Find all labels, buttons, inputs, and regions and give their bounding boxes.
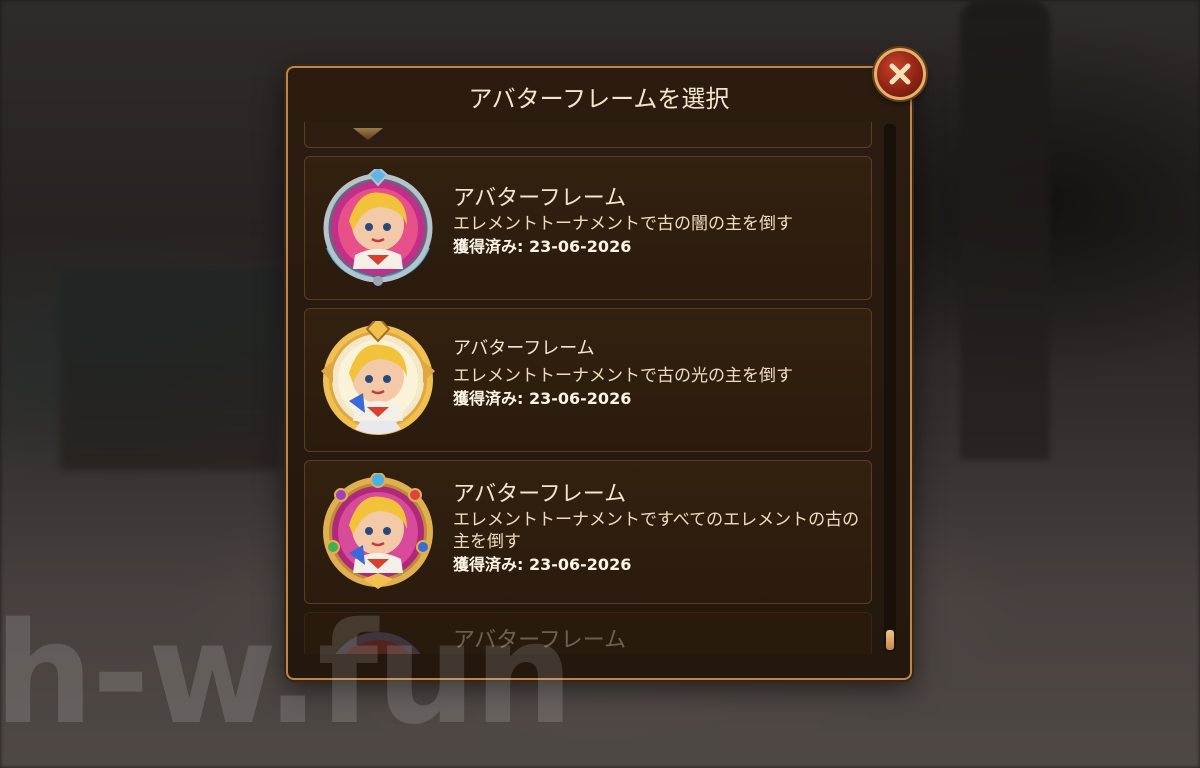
close-button[interactable] bbox=[874, 48, 926, 100]
earned-date: 獲得済み: 23-06-2026 bbox=[453, 237, 632, 256]
earned-date: 獲得済み: 23-06-2026 bbox=[453, 555, 632, 574]
frame-card[interactable]: アバターフレーム エレメントトーナメントで古の光の主を倒す 獲得済み: 23-0… bbox=[304, 308, 872, 452]
close-x-icon bbox=[889, 63, 911, 85]
frame-description: エレメントトーナメントですべてのエレメントの古の主を倒す bbox=[453, 510, 860, 552]
earned-label: 獲得済み bbox=[453, 389, 518, 408]
scrollbar-thumb[interactable] bbox=[886, 630, 894, 650]
frame-card-text: アバターフレーム エレメントトーナメントですべてのエレメントの古の主を倒す 獲得… bbox=[453, 481, 859, 577]
frame-name: アバターフレーム bbox=[453, 628, 627, 653]
earned-date-value: 23-06-2026 bbox=[528, 237, 632, 256]
scrollbar[interactable] bbox=[884, 124, 896, 652]
previous-card-edge bbox=[304, 122, 872, 148]
frame-card-text: アバターフレーム エレメントトーナメントで古の光の主を倒す 獲得済み: 23-0… bbox=[453, 337, 857, 411]
dialog-title: アバターフレームを選択 bbox=[468, 84, 730, 113]
frame-tip-icon bbox=[353, 128, 383, 140]
earned-label: 獲得済み bbox=[453, 555, 518, 574]
frame-card-text: アバターフレーム bbox=[453, 627, 857, 654]
frame-list[interactable]: アバターフレーム エレメントトーナメントで古の闇の主を倒す 獲得済み: 23-0… bbox=[304, 122, 874, 654]
frame-description: エレメントトーナメントで古の闇の主を倒す bbox=[453, 214, 793, 234]
dark-frame-avatar-icon bbox=[323, 169, 433, 286]
frame-avatar-icon bbox=[335, 632, 421, 654]
earned-date-value: 23-06-2026 bbox=[528, 389, 632, 408]
all-elements-frame-avatar-icon bbox=[323, 473, 433, 589]
frame-name: アバターフレーム bbox=[453, 338, 595, 359]
frame-card-text: アバターフレーム エレメントトーナメントで古の闇の主を倒す 獲得済み: 23-0… bbox=[453, 185, 857, 259]
earned-date: 獲得済み: 23-06-2026 bbox=[453, 389, 632, 408]
frame-card[interactable]: アバターフレーム エレメントトーナメントですべてのエレメントの古の主を倒す 獲得… bbox=[304, 460, 872, 604]
earned-label: 獲得済み bbox=[453, 237, 518, 256]
frame-card[interactable]: アバターフレーム エレメントトーナメントで古の闇の主を倒す 獲得済み: 23-0… bbox=[304, 156, 872, 300]
light-frame-avatar-icon bbox=[321, 321, 435, 435]
earned-date-value: 23-06-2026 bbox=[528, 555, 632, 574]
frame-name: アバターフレーム bbox=[453, 186, 627, 211]
frame-description: エレメントトーナメントで古の光の主を倒す bbox=[453, 366, 793, 386]
frame-card[interactable]: アバターフレーム bbox=[304, 612, 872, 654]
frame-name: アバターフレーム bbox=[453, 482, 627, 507]
